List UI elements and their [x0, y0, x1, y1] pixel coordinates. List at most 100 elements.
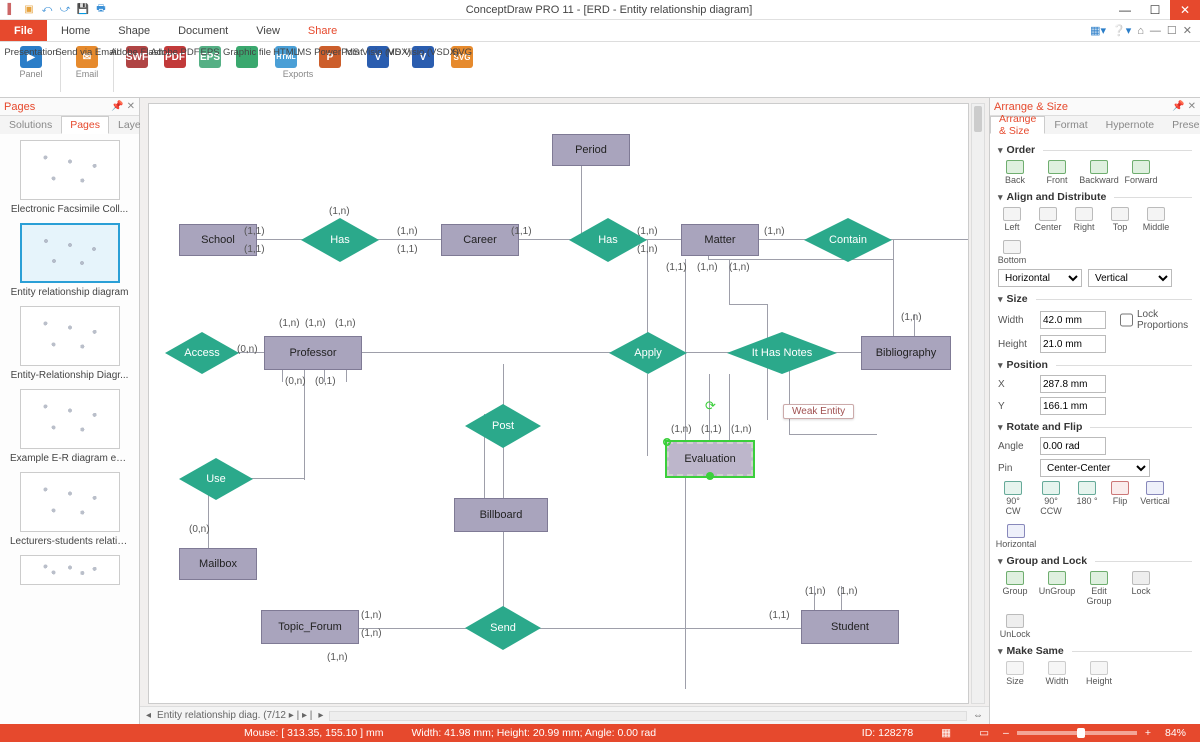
order-front-button[interactable]: Front — [1040, 160, 1074, 185]
order-forward-button[interactable]: Forward — [1124, 160, 1158, 185]
pin-icon[interactable]: 📌 ✕ — [1172, 101, 1196, 112]
maximize-button[interactable]: ☐ — [1140, 0, 1170, 20]
same-width-button[interactable]: Width — [1040, 661, 1074, 686]
tab-document[interactable]: Document — [164, 20, 242, 41]
same-size-button[interactable]: Size — [998, 661, 1032, 686]
subtab-solutions[interactable]: Solutions — [0, 116, 61, 134]
flip-button[interactable]: Flip — [1108, 481, 1132, 516]
tab-share[interactable]: Share — [294, 20, 351, 41]
ungroup-button[interactable]: UnGroup — [1040, 571, 1074, 606]
distribute-vertical-select[interactable]: Vertical — [1088, 269, 1172, 287]
rel-apply[interactable]: Apply — [609, 332, 687, 374]
pos-x-input[interactable] — [1040, 375, 1106, 393]
qat-new-icon[interactable]: ▌ — [4, 3, 18, 17]
mdi-close-icon[interactable]: ✕ — [1183, 24, 1192, 37]
entity-professor[interactable]: Professor — [264, 336, 362, 370]
distribute-horizontal-select[interactable]: Horizontal — [998, 269, 1082, 287]
size-width-input[interactable] — [1040, 311, 1106, 329]
subtab-arrange[interactable]: Arrange & Size — [990, 116, 1045, 134]
close-button[interactable]: ✕ — [1170, 0, 1200, 20]
mdi-max-icon[interactable]: ☐ — [1167, 24, 1177, 37]
rel-use[interactable]: Use — [179, 458, 253, 500]
rel-send[interactable]: Send — [465, 606, 541, 650]
group-button[interactable]: Group — [998, 571, 1032, 606]
ribbon-presentation[interactable]: ▶ Presentation — [6, 44, 56, 68]
entity-student[interactable]: Student — [801, 610, 899, 644]
entity-evaluation-selected[interactable]: Evaluation — [667, 442, 753, 476]
page-indicator[interactable]: Entity relationship diag. (7/12 ▸ | ▸ | — [157, 710, 312, 721]
align-top-button[interactable]: Top — [1106, 207, 1134, 232]
angle-input[interactable] — [1040, 437, 1106, 455]
zoom-out-button[interactable]: – — [1003, 727, 1009, 739]
flip-horizontal-button[interactable]: Horizontal — [998, 524, 1034, 549]
page-thumb[interactable]: Lecturers-students relatio... — [10, 472, 129, 547]
rotate-ccw-button[interactable]: 90° CCW — [1036, 481, 1066, 516]
ribbon-send-email[interactable]: ✉ Send via Email — [65, 44, 109, 68]
entity-topic-forum[interactable]: Topic_Forum — [261, 610, 359, 644]
same-height-button[interactable]: Height — [1082, 661, 1116, 686]
align-center-button[interactable]: Center — [1034, 207, 1062, 232]
status-fit-icon[interactable]: ▭ — [965, 727, 1003, 739]
edit-group-button[interactable]: Edit Group — [1082, 571, 1116, 606]
diagram-canvas[interactable]: Period School Career Matter Bibliography… — [148, 103, 969, 704]
qat-undo-icon[interactable]: ⤺ — [40, 3, 54, 17]
rel-has[interactable]: Has — [301, 218, 379, 262]
entity-period[interactable]: Period — [552, 134, 630, 166]
vertical-scrollbar[interactable] — [971, 103, 985, 704]
pin-select[interactable]: Center-Center — [1040, 459, 1150, 477]
horizontal-scrollbar[interactable] — [329, 711, 967, 721]
zoom-slider[interactable] — [1017, 731, 1137, 735]
lock-button[interactable]: Lock — [1124, 571, 1158, 606]
entity-bibliography[interactable]: Bibliography — [861, 336, 951, 370]
align-left-button[interactable]: Left — [998, 207, 1026, 232]
lock-proportions-checkbox[interactable] — [1120, 311, 1133, 329]
align-middle-button[interactable]: Middle — [1142, 207, 1170, 232]
pos-y-input[interactable] — [1040, 397, 1106, 415]
qat-save-icon[interactable]: 💾 — [76, 3, 90, 17]
nudge-icon[interactable]: ⇔ — [973, 710, 983, 721]
qat-redo-icon[interactable]: ⤻ — [58, 3, 72, 17]
page-thumb[interactable]: Entity-Relationship Diagr... — [10, 306, 129, 381]
tab-view[interactable]: View — [242, 20, 294, 41]
rotate-handle-icon[interactable]: ⟳ — [705, 398, 716, 414]
order-back-button[interactable]: Back — [998, 160, 1032, 185]
mdi-restore-icon[interactable]: — — [1150, 25, 1161, 37]
subtab-format[interactable]: Format — [1045, 116, 1096, 134]
page-thumb[interactable]: Electronic Facsimile Coll... — [10, 140, 129, 215]
status-view-icon[interactable]: ▦ — [927, 727, 965, 739]
subtab-hypernote[interactable]: Hypernote — [1097, 116, 1163, 134]
rel-access[interactable]: Access — [165, 332, 239, 374]
page-thumb[interactable]: Example E-R diagram ext... — [10, 389, 129, 464]
ribbon-export-vsdx[interactable]: VMS Visio (VSDX) — [400, 44, 446, 68]
rotate-cw-button[interactable]: 90° CW — [998, 481, 1028, 516]
qat-open-icon[interactable]: ▣ — [22, 3, 36, 17]
entity-mailbox[interactable]: Mailbox — [179, 548, 257, 580]
pin-icon[interactable]: 📌 ✕ — [111, 101, 135, 112]
help-icon[interactable]: ❔▾ — [1112, 24, 1131, 37]
help-grid-icon[interactable]: ▦▾ — [1090, 24, 1106, 37]
tab-home[interactable]: Home — [47, 20, 104, 41]
unlock-button[interactable]: UnLock — [998, 614, 1032, 639]
rotate-180-button[interactable]: 180 ° — [1074, 481, 1100, 516]
page-next-button[interactable]: ▸ — [318, 710, 323, 721]
rel-ithasnotes[interactable]: It Has Notes — [727, 332, 837, 374]
page-first-button[interactable]: ◂ — [146, 710, 151, 721]
ribbon-export-pdf[interactable]: PDFAdobe PDF — [156, 44, 194, 68]
order-backward-button[interactable]: Backward — [1082, 160, 1116, 185]
align-bottom-button[interactable]: Bottom — [998, 240, 1026, 265]
align-right-button[interactable]: Right — [1070, 207, 1098, 232]
flip-vertical-button[interactable]: Vertical — [1140, 481, 1170, 516]
page-thumb[interactable] — [10, 555, 129, 585]
mdimin-icon[interactable]: ⌂ — [1137, 25, 1144, 37]
qat-print-icon[interactable]: 🖶 — [94, 3, 108, 17]
page-thumbnails[interactable]: Electronic Facsimile Coll... Entity rela… — [0, 134, 139, 724]
minimize-button[interactable]: — — [1110, 0, 1140, 20]
ribbon-export-graphic[interactable]: Graphic file — [226, 44, 268, 68]
size-height-input[interactable] — [1040, 335, 1106, 353]
entity-billboard[interactable]: Billboard — [454, 498, 548, 532]
tab-file[interactable]: File — [0, 20, 47, 41]
subtab-pages[interactable]: Pages — [61, 116, 109, 134]
subtab-presentation[interactable]: Presentation — [1163, 116, 1200, 134]
page-thumb[interactable]: Entity relationship diagram — [10, 223, 129, 298]
rel-post[interactable]: Post — [465, 404, 541, 448]
